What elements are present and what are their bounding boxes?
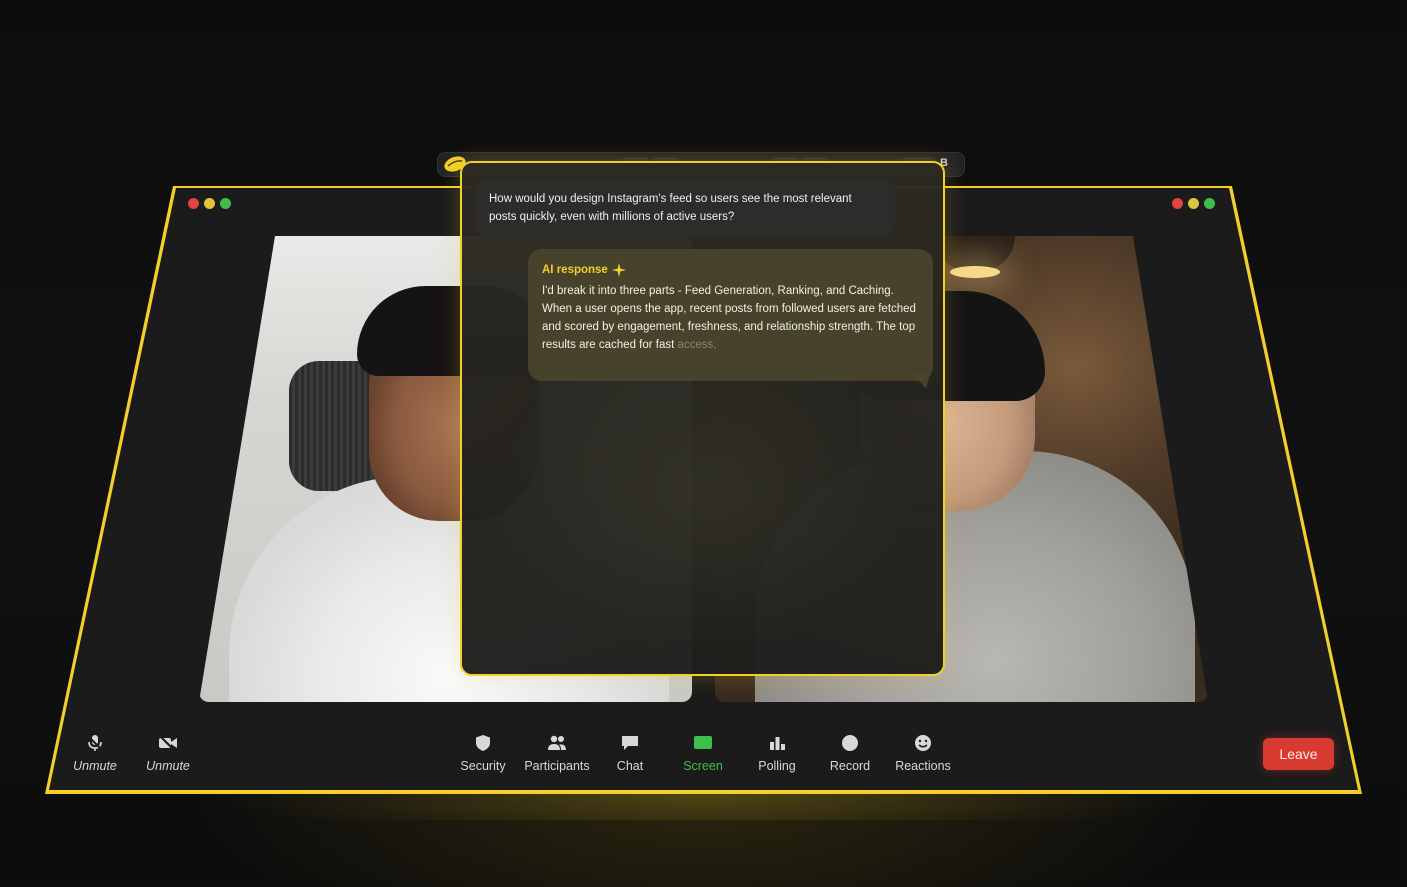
- maximize-dot[interactable]: [1204, 198, 1215, 209]
- video-camera-icon: [158, 734, 178, 752]
- participants-label: Participants: [524, 759, 590, 773]
- ai-assistant-panel[interactable]: How would you design Instagram's feed so…: [460, 161, 945, 676]
- ai-response-streaming-text: access,: [674, 339, 717, 351]
- screen-share-button[interactable]: Screen: [663, 734, 743, 774]
- close-dot[interactable]: [188, 198, 199, 209]
- maximize-dot[interactable]: [220, 198, 231, 209]
- close-dot[interactable]: [1172, 198, 1183, 209]
- ai-response-bubble: AI response I'd break it into three part…: [528, 249, 933, 381]
- video-button[interactable]: Unmute: [128, 734, 208, 774]
- ai-response-label: AI response: [542, 264, 608, 276]
- record-dot-icon: [840, 734, 860, 752]
- ai-response-bubble-tail: [912, 373, 930, 389]
- record-button[interactable]: Record: [810, 734, 890, 774]
- chat-button[interactable]: Chat: [590, 734, 670, 774]
- mic-button[interactable]: Unmute: [55, 734, 135, 774]
- chat-label: Chat: [616, 759, 644, 773]
- ai-response-heading: AI response: [542, 261, 919, 279]
- participants-button[interactable]: Participants: [517, 734, 597, 774]
- minimize-dot[interactable]: [204, 198, 215, 209]
- reactions-label: Reactions: [895, 759, 951, 773]
- window-controls-left: [188, 198, 231, 209]
- video-label: Unmute: [146, 759, 190, 773]
- smiley-icon: [913, 734, 933, 752]
- reactions-button[interactable]: Reactions: [883, 734, 963, 774]
- ai-response-body: I'd break it into three parts - Feed Gen…: [542, 282, 919, 354]
- lamp-light: [950, 266, 1000, 278]
- polling-label: Polling: [758, 759, 796, 773]
- polling-button[interactable]: Polling: [737, 734, 817, 774]
- people-icon: [547, 734, 567, 752]
- bar-chart-icon: [767, 734, 787, 752]
- security-label: Security: [460, 759, 506, 773]
- mic-label: Unmute: [73, 759, 117, 773]
- sparkle-icon: [611, 263, 626, 277]
- microphone-icon: [85, 734, 105, 752]
- security-button[interactable]: Security: [443, 734, 523, 774]
- minimize-dot[interactable]: [1188, 198, 1199, 209]
- shield-icon: [473, 734, 493, 752]
- screen-label: Screen: [683, 759, 723, 773]
- question-text: How would you design Instagram's feed so…: [489, 193, 852, 223]
- window-controls-right: [1172, 198, 1215, 209]
- leave-button[interactable]: Leave: [1263, 738, 1334, 770]
- ai-response-text: I'd break it into three parts - Feed Gen…: [542, 285, 916, 351]
- question-bubble: How would you design Instagram's feed so…: [475, 179, 895, 237]
- share-screen-icon: [693, 734, 713, 752]
- stage: Unmute Unmute Security Participants Chat…: [0, 0, 1407, 887]
- chat-bubble-icon: [620, 734, 640, 752]
- record-label: Record: [829, 759, 871, 773]
